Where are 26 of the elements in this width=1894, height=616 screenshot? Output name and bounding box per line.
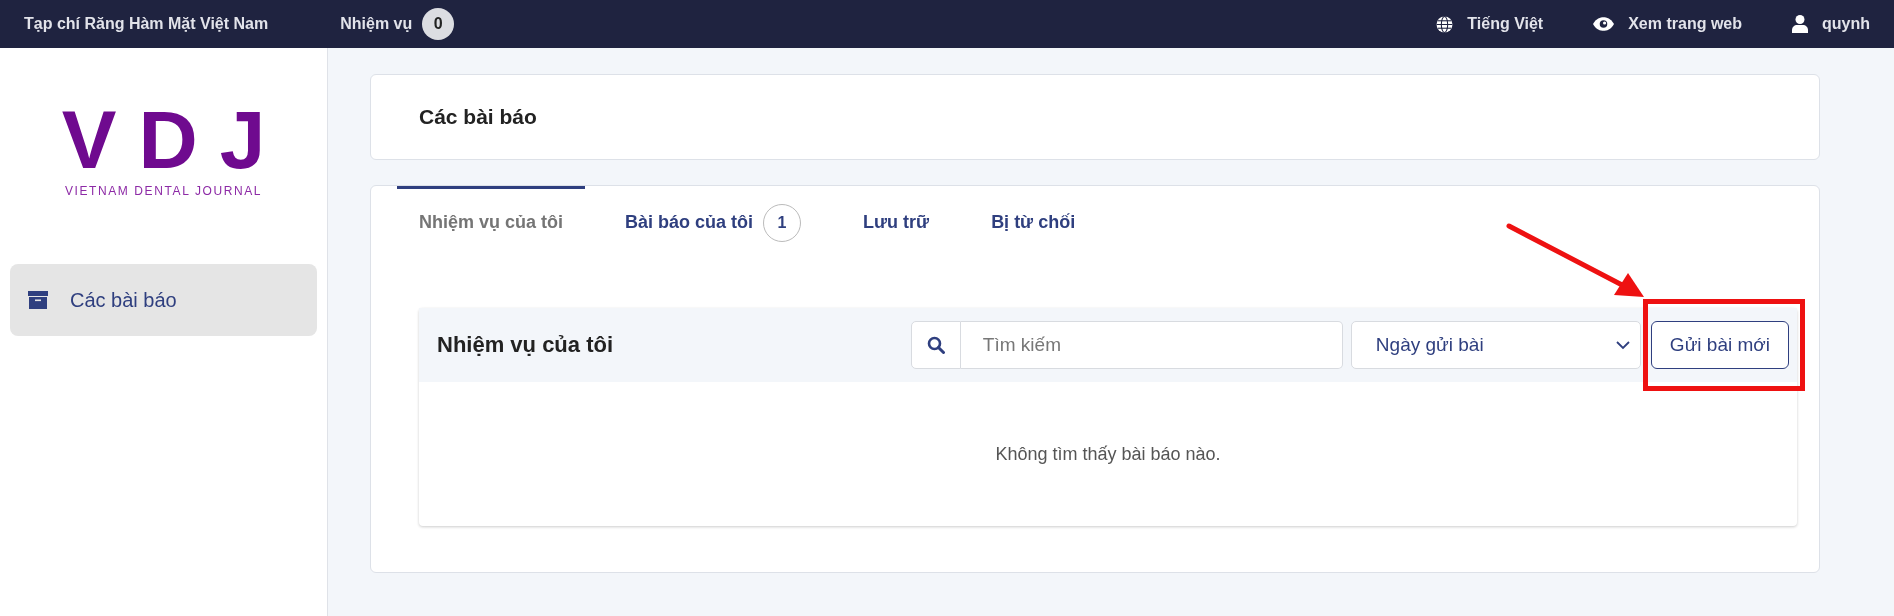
tab[interactable]: Bị từ chối	[969, 186, 1098, 256]
language-menu[interactable]: Tiếng Việt	[1436, 15, 1544, 33]
search-field[interactable]: Tìm kiếm	[960, 321, 1343, 369]
sidebar-item[interactable]: Các bài báo	[10, 264, 317, 336]
tab[interactable]: Nhiệm vụ của tôi	[397, 186, 586, 256]
sort-dropdown[interactable]: Ngày gửi bài	[1350, 321, 1641, 369]
tab[interactable]: Lưu trữ	[841, 186, 952, 256]
panel-title: Nhiệm vụ của tôi	[437, 332, 615, 358]
tasks-count-badge: 0	[422, 8, 455, 40]
new-submission-button[interactable]: Gửi bài mới	[1650, 321, 1789, 369]
user-menu[interactable]: quynh	[1792, 15, 1870, 33]
logo-mark: VDJ	[60, 100, 288, 180]
eye-icon	[1593, 17, 1615, 31]
logo-tagline: VIETNAM DENTAL JOURNAL	[64, 184, 263, 198]
chevron-down-icon	[1615, 340, 1630, 350]
empty-message: Không tìm thấy bài báo nào.	[994, 442, 1222, 466]
page-title: Các bài báo	[419, 105, 537, 129]
view-site-link[interactable]: Xem trang web	[1593, 15, 1742, 33]
tasks-link[interactable]: Nhiệm vụ 0	[340, 8, 455, 40]
globe-icon	[1436, 15, 1454, 33]
site-title[interactable]: Tạp chí Răng Hàm Mặt Việt Nam	[24, 15, 269, 33]
tab[interactable]: Bài báo của tôi 1	[603, 186, 824, 256]
search-button[interactable]	[910, 321, 961, 369]
archive-icon	[28, 291, 48, 309]
user-icon	[1792, 15, 1808, 33]
search-icon	[926, 336, 945, 354]
